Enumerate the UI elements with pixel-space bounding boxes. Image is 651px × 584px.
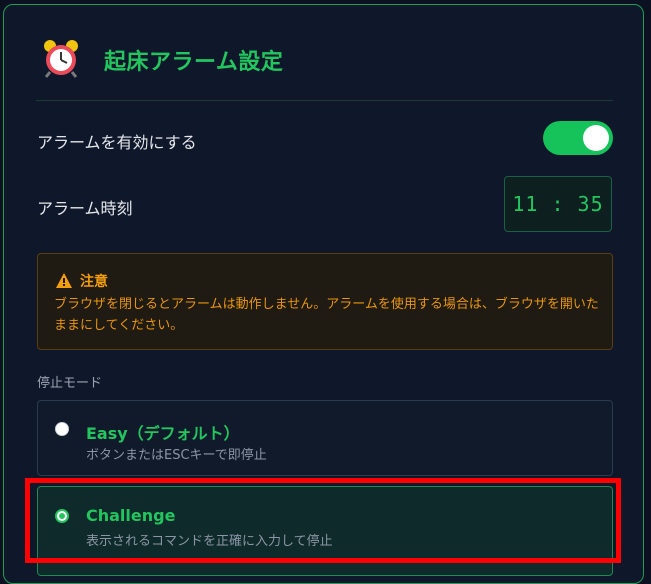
- radio-challenge[interactable]: [55, 509, 69, 523]
- toggle-knob: [583, 125, 609, 151]
- alarm-time-label: アラーム時刻: [37, 199, 133, 218]
- alarm-enable-label: アラームを有効にする: [37, 133, 197, 152]
- option-description: 表示されるコマンドを正確に入力して停止: [86, 534, 333, 549]
- warning-title: 注意: [80, 274, 108, 290]
- page-title: 起床アラーム設定: [104, 50, 284, 75]
- header: 起床アラーム設定: [42, 34, 642, 84]
- warning-box: 注意 ブラウザを閉じるとアラームは動作しません。アラームを使用する場合は、ブラウ…: [37, 253, 613, 350]
- header-divider: [36, 100, 613, 101]
- warning-text: ブラウザを閉じるとアラームは動作しません。アラームを使用する場合は、ブラウザを開…: [54, 297, 599, 333]
- option-description: ボタンまたはESCキーで即停止: [86, 448, 267, 463]
- stop-mode-label: 停止モード: [37, 376, 103, 391]
- option-title: Challenge: [86, 506, 176, 525]
- alarm-enable-toggle[interactable]: [543, 121, 613, 155]
- warning-triangle-icon: [56, 273, 72, 288]
- alarm-clock-icon: [42, 38, 80, 78]
- stop-mode-option-easy[interactable]: Easy（デフォルト） ボタンまたはESCキーで即停止: [37, 400, 613, 476]
- stop-mode-option-challenge[interactable]: Challenge 表示されるコマンドを正確に入力して停止: [37, 486, 613, 576]
- alarm-time-input[interactable]: 11 : 35: [504, 176, 612, 232]
- radio-easy[interactable]: [55, 422, 69, 436]
- option-title: Easy（デフォルト）: [86, 424, 240, 443]
